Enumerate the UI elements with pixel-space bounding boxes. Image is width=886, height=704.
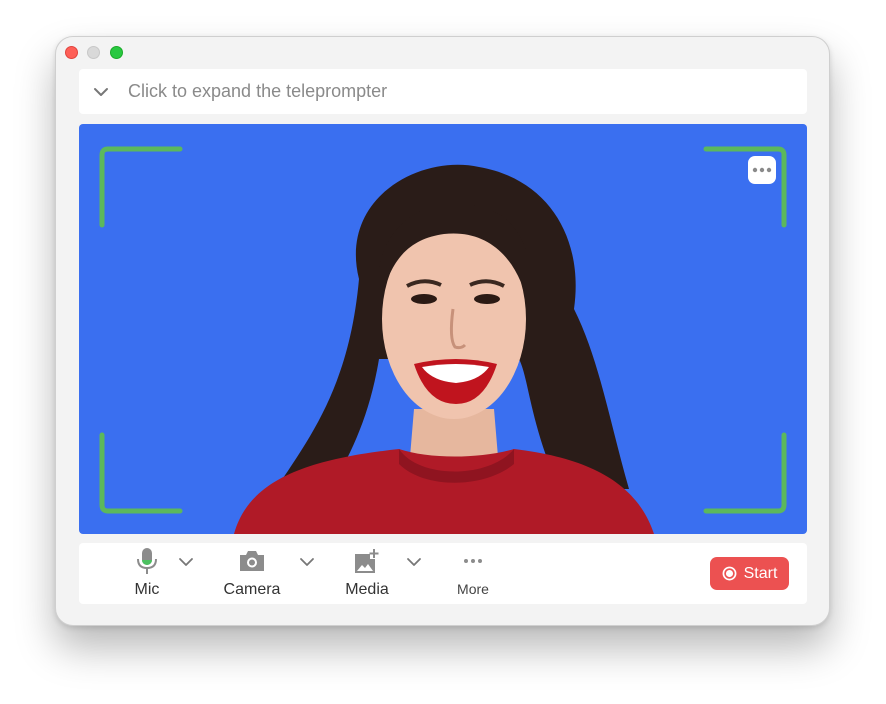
- frame-corner-bottom-right: [703, 432, 787, 514]
- window-maximize-button[interactable]: [110, 46, 123, 59]
- more-button[interactable]: More: [453, 543, 493, 604]
- camera-preview: [79, 124, 807, 534]
- start-recording-button[interactable]: Start: [710, 557, 789, 590]
- chevron-down-icon: [94, 87, 108, 96]
- camera-label: Camera: [223, 581, 281, 598]
- frame-corner-top-left: [99, 146, 183, 228]
- teleprompter-label: Click to expand the teleprompter: [128, 81, 388, 101]
- media-button[interactable]: Media: [341, 543, 393, 604]
- window-close-button[interactable]: [65, 46, 78, 59]
- more-label: More: [457, 581, 489, 597]
- bottom-toolbar: Mic Camera Media More Start: [79, 543, 807, 604]
- record-icon: [722, 566, 737, 581]
- more-horizontal-icon: [752, 167, 772, 173]
- mic-label: Mic: [134, 581, 160, 598]
- more-horizontal-icon: [464, 559, 482, 563]
- microphone-icon: [137, 548, 157, 574]
- teleprompter-expand-bar[interactable]: Click to expand the teleprompter: [79, 69, 807, 114]
- frame-corner-bottom-left: [99, 432, 183, 514]
- media-label: Media: [345, 581, 389, 598]
- window-minimize-button[interactable]: [87, 46, 100, 59]
- camera-dropdown-chevron-icon[interactable]: [299, 554, 315, 570]
- app-window: Click to expand the teleprompter Mic Cam…: [55, 36, 830, 626]
- add-image-icon: [355, 549, 379, 573]
- media-dropdown-chevron-icon[interactable]: [406, 554, 422, 570]
- mic-button[interactable]: Mic: [127, 543, 167, 604]
- camera-icon: [240, 551, 264, 571]
- camera-button[interactable]: Camera: [220, 543, 284, 604]
- mic-dropdown-chevron-icon[interactable]: [178, 554, 194, 570]
- video-more-options-button[interactable]: [748, 156, 776, 184]
- camera-subject-image: [234, 164, 654, 534]
- start-label: Start: [743, 564, 778, 582]
